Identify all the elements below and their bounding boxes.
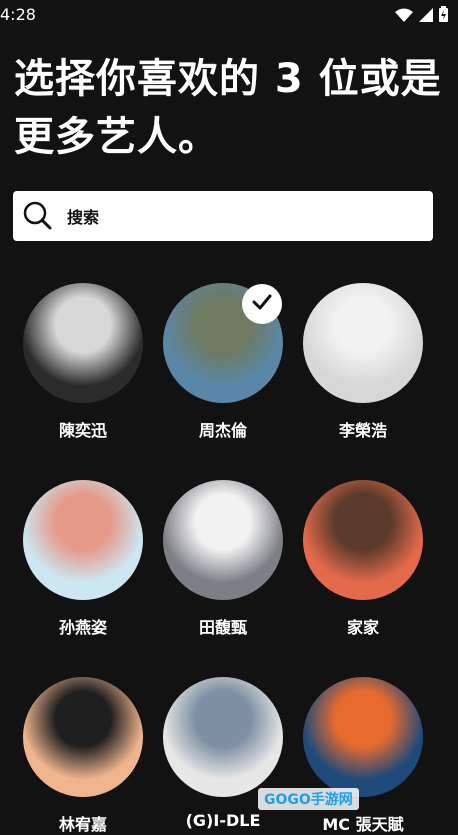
artist-name: 周杰倫 — [198, 421, 247, 440]
artist-card[interactable]: 孙燕姿 — [13, 480, 153, 638]
check-icon — [252, 294, 272, 314]
artist-name: 李榮浩 — [338, 421, 387, 440]
artist-name: MC 張天賦 — [322, 815, 404, 834]
artist-avatar — [303, 677, 423, 797]
watermark: GOGO手游网 — [258, 788, 359, 810]
artist-name: 陳奕迅 — [58, 421, 107, 440]
artist-grid: 陳奕迅 周杰倫 李榮浩 孙燕姿 田馥甄 家家 林宥嘉 (G)I-DLE MC 張… — [0, 0, 458, 834]
artist-name: 林宥嘉 — [58, 815, 107, 834]
artist-card[interactable]: 李榮浩 — [293, 283, 433, 441]
artist-name: 家家 — [346, 618, 379, 637]
artist-card[interactable]: 家家 — [293, 480, 433, 638]
artist-name: 孙燕姿 — [58, 618, 107, 637]
artist-card[interactable]: 林宥嘉 — [13, 677, 153, 835]
artist-avatar — [23, 283, 143, 403]
artist-card[interactable]: 田馥甄 — [153, 480, 293, 638]
artist-avatar — [23, 480, 143, 600]
artist-name: 田馥甄 — [198, 618, 247, 637]
selected-checkmark — [242, 284, 282, 324]
artist-avatar — [163, 480, 283, 600]
artist-avatar — [23, 677, 143, 797]
artist-avatar — [303, 480, 423, 600]
artist-avatar — [163, 677, 283, 797]
artist-card[interactable]: 陳奕迅 — [13, 283, 153, 441]
artist-card[interactable]: MC 張天賦 — [293, 677, 433, 835]
artist-avatar — [303, 283, 423, 403]
artist-name: (G)I-DLE — [185, 811, 261, 830]
